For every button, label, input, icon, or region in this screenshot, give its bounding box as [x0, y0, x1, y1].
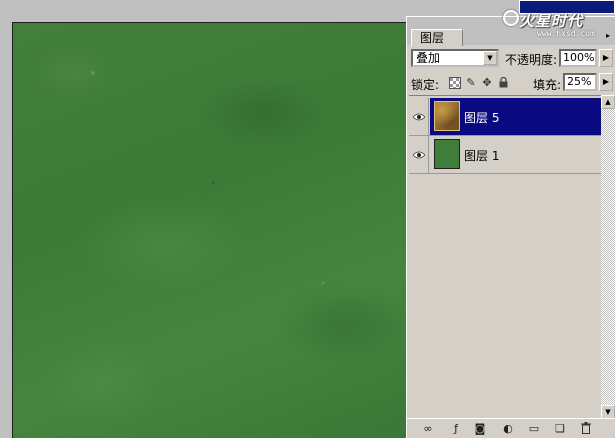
watermark-title: 火星时代	[519, 12, 584, 30]
opacity-flyout-icon[interactable]: ▶	[599, 49, 613, 67]
blend-mode-select[interactable]: 叠加 ▼	[411, 49, 499, 67]
lock-all-icon[interactable]	[497, 76, 509, 89]
lock-position-icon[interactable]: ✥	[481, 77, 493, 89]
fill-flyout-icon[interactable]: ▶	[599, 73, 613, 91]
layer-body[interactable]: 图层 1	[430, 136, 601, 173]
fill-label: 填充:	[533, 78, 562, 92]
link-layers-icon[interactable]: ∞	[421, 422, 435, 436]
opacity-input[interactable]: 100%	[559, 49, 597, 67]
logo-icon	[503, 10, 519, 26]
layer-body[interactable]: 图层 5	[430, 98, 601, 135]
blend-row: 叠加 ▼ 不透明度: 100% ▶	[411, 49, 613, 69]
eye-icon	[412, 113, 425, 120]
layer-name: 图层 1	[464, 149, 500, 163]
watermark-url: www.hxsd.com	[537, 29, 595, 38]
layers-panel: 图层 ▸ 叠加 ▼ 不透明度: 100% ▶ 锁定: ✎ ✥ 填充: 25% ▶…	[406, 16, 615, 438]
lock-pixels-icon[interactable]: ✎	[465, 77, 477, 89]
delete-layer-icon[interactable]	[579, 422, 593, 436]
watermark-logo: 火星时代 www.hxsd.com	[503, 8, 611, 42]
add-mask-icon[interactable]: ◙	[473, 422, 487, 436]
layer-style-icon[interactable]: ƒ	[449, 422, 463, 436]
layer-thumbnail	[434, 101, 460, 131]
eye-icon	[412, 151, 425, 158]
layer-list: 图层 5 图层 1	[409, 95, 601, 419]
tab-layers[interactable]: 图层	[411, 29, 464, 46]
layers-bottom-toolbar: ∞ ƒ ◙ ◐ ▭ ❏	[407, 418, 615, 438]
scroll-up-icon[interactable]: ▲	[601, 95, 615, 109]
layer-row[interactable]: 图层 5	[409, 98, 601, 136]
chevron-down-icon[interactable]: ▼	[483, 51, 497, 65]
fill-input[interactable]: 25%	[563, 73, 597, 91]
layer-thumbnail	[434, 139, 460, 169]
layer-row[interactable]: 图层 1	[409, 136, 601, 174]
visibility-toggle[interactable]	[409, 98, 429, 135]
visibility-toggle[interactable]	[409, 136, 429, 173]
new-layer-icon[interactable]: ❏	[553, 422, 567, 436]
new-group-icon[interactable]: ▭	[527, 422, 541, 436]
lock-transparency-icon[interactable]	[449, 77, 461, 89]
document-canvas[interactable]	[12, 22, 408, 438]
lock-row: 锁定: ✎ ✥ 填充: 25% ▶	[411, 73, 613, 93]
blend-mode-value: 叠加	[416, 51, 441, 65]
opacity-label: 不透明度:	[505, 53, 558, 67]
lock-label: 锁定:	[411, 78, 440, 92]
scroll-down-icon[interactable]: ▼	[601, 405, 615, 419]
new-adjustment-layer-icon[interactable]: ◐	[501, 422, 515, 436]
layer-list-scrollbar[interactable]: ▲ ▼	[601, 95, 615, 419]
layer-name: 图层 5	[464, 111, 500, 125]
